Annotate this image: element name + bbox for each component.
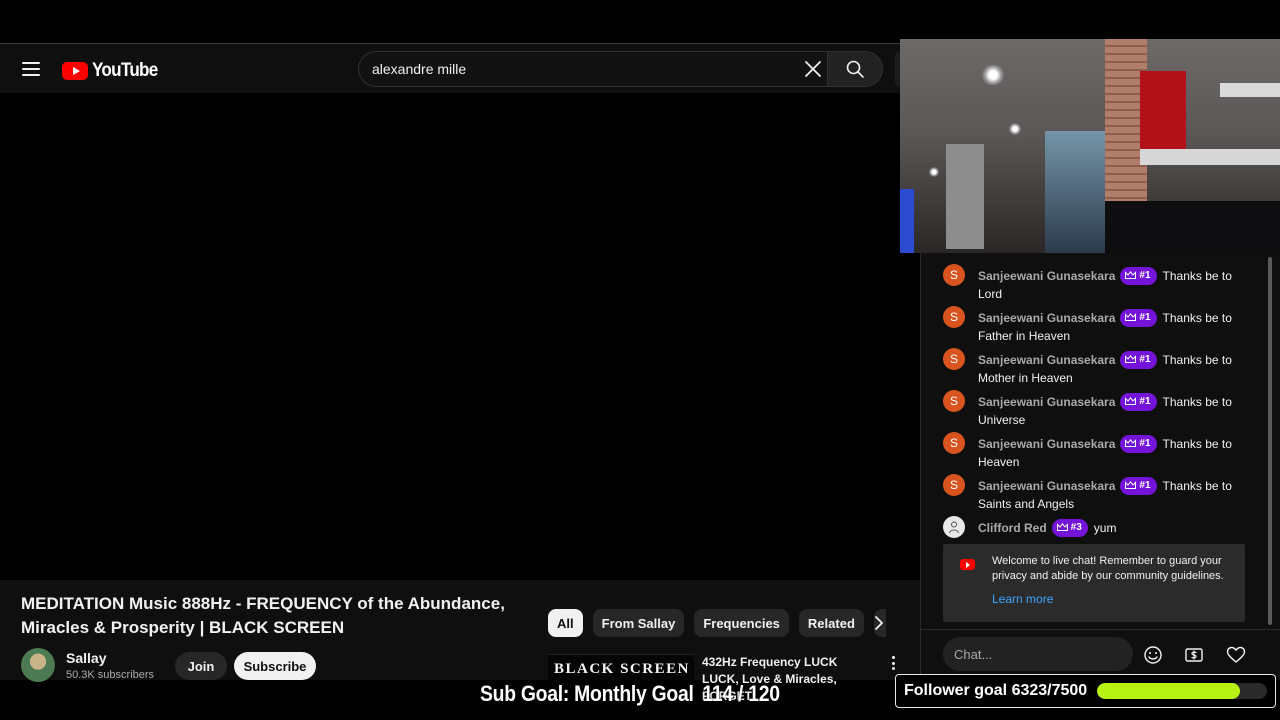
video-player[interactable] [0, 93, 920, 580]
sub-goal-count: 114 / 120 [702, 681, 780, 706]
chat-avatar[interactable]: S [943, 432, 965, 454]
search-button[interactable] [827, 51, 883, 87]
chat-divider [921, 629, 1280, 630]
youtube-header: YouTube [0, 43, 901, 93]
chat-author[interactable]: Sanjeewani Gunasekara [978, 269, 1115, 283]
live-chat-panel: S Sanjeewani Gunasekara #1 Thanks be to Lo… [920, 253, 1280, 680]
crown-icon [1125, 481, 1137, 489]
member-badge: #1 [1120, 309, 1157, 327]
crown-icon [1125, 271, 1137, 279]
welcome-notice: Welcome to live chat! Remember to guard … [943, 544, 1245, 622]
chat-avatar[interactable]: S [943, 390, 965, 412]
thumbnail-text: BLACK SCREEN [554, 661, 690, 677]
follower-progress-fill [1097, 683, 1241, 699]
crown-icon [1125, 439, 1137, 447]
crown-icon [1125, 355, 1137, 363]
top-band [0, 0, 1280, 43]
chip-related[interactable]: Related [798, 609, 864, 637]
chip-frequencies[interactable]: Frequencies [694, 609, 789, 637]
chat-author[interactable]: Sanjeewani Gunasekara [978, 437, 1115, 451]
chip-all[interactable]: All [548, 609, 583, 637]
user-avatar-icon [949, 521, 959, 534]
follower-goal-overlay: Follower goal 6323/7500 [895, 674, 1276, 708]
member-badge: #1 [1120, 267, 1157, 285]
heart-icon[interactable] [1226, 645, 1246, 665]
channel-avatar[interactable] [21, 648, 55, 682]
chat-message: S Sanjeewani Gunasekara #1 Thanks be to Mo… [943, 348, 1243, 386]
video-info: MEDITATION Music 888Hz - FREQUENCY of th… [0, 580, 920, 703]
chat-avatar[interactable]: S [943, 264, 965, 286]
webcam-feed [900, 39, 1280, 253]
crown-icon [1125, 397, 1137, 405]
youtube-play-icon [960, 559, 975, 570]
hamburger-icon[interactable] [22, 62, 40, 76]
search-box [358, 51, 828, 87]
youtube-logo[interactable]: YouTube [62, 60, 165, 82]
learn-more-link[interactable]: Learn more [992, 592, 1053, 606]
sub-goal-overlay: Sub Goal: Monthly Goal 114 / 120 [480, 681, 780, 707]
chat-avatar[interactable]: S [943, 306, 965, 328]
chat-message: S Sanjeewani Gunasekara #1 Thanks be to Un… [943, 390, 1243, 428]
chevron-right-icon[interactable] [870, 614, 888, 632]
sub-goal-label: Sub Goal: Monthly Goal [480, 681, 694, 706]
more-vert-icon[interactable] [890, 656, 896, 670]
related-chips: All From Sallay Frequencies Related [548, 609, 886, 637]
member-badge: #1 [1120, 477, 1157, 495]
video-title: MEDITATION Music 888Hz - FREQUENCY of th… [21, 594, 505, 637]
chat-message: Clifford Red #3 yum [943, 516, 1243, 538]
chat-avatar[interactable]: S [943, 474, 965, 496]
chat-avatar[interactable] [943, 516, 965, 538]
chat-message: S Sanjeewani Gunasekara #1 Thanks be to Lo… [943, 264, 1243, 302]
youtube-play-icon [62, 62, 88, 80]
dollar-icon[interactable] [1184, 645, 1204, 665]
chat-message: S Sanjeewani Gunasekara #1 Thanks be to Fa… [943, 306, 1243, 344]
search-icon [846, 60, 864, 78]
chat-message: S Sanjeewani Gunasekara #1 Thanks be to He… [943, 432, 1243, 470]
chat-author[interactable]: Clifford Red [978, 521, 1047, 535]
chip-from-sallay[interactable]: From Sallay [592, 609, 685, 637]
chat-author[interactable]: Sanjeewani Gunasekara [978, 479, 1115, 493]
follower-progress-track [1097, 683, 1267, 699]
crown-icon [1125, 313, 1137, 321]
member-badge: #1 [1120, 393, 1157, 411]
subscribe-button[interactable]: Subscribe [234, 652, 316, 680]
close-icon[interactable] [804, 60, 822, 78]
crown-icon [1056, 523, 1068, 531]
channel-name[interactable]: Sallay [66, 650, 106, 666]
chat-avatar[interactable]: S [943, 348, 965, 370]
chat-message: S Sanjeewani Gunasekara #1 Thanks be to Sa… [943, 474, 1243, 512]
member-badge: #3 [1051, 519, 1088, 537]
chat-text: yum [1093, 521, 1117, 535]
welcome-text: Welcome to live chat! Remember to guard … [992, 555, 1224, 582]
smiley-icon[interactable] [1143, 645, 1163, 665]
chat-scrollbar[interactable] [1268, 257, 1272, 625]
subscriber-count: 50.3K subscribers [66, 669, 155, 681]
chat-input[interactable] [943, 637, 1133, 671]
chat-author[interactable]: Sanjeewani Gunasekara [978, 311, 1115, 325]
follower-goal-label: Follower goal 6323/7500 [904, 682, 1088, 699]
chat-author[interactable]: Sanjeewani Gunasekara [978, 395, 1115, 409]
search-input[interactable] [372, 52, 792, 86]
chat-author[interactable]: Sanjeewani Gunasekara [978, 353, 1115, 367]
member-badge: #1 [1120, 435, 1157, 453]
recommended-thumbnail[interactable]: BLACK SCREEN [548, 654, 694, 680]
member-badge: #1 [1120, 351, 1157, 369]
logo-text: YouTube [92, 60, 158, 81]
join-button[interactable]: Join [175, 652, 227, 680]
